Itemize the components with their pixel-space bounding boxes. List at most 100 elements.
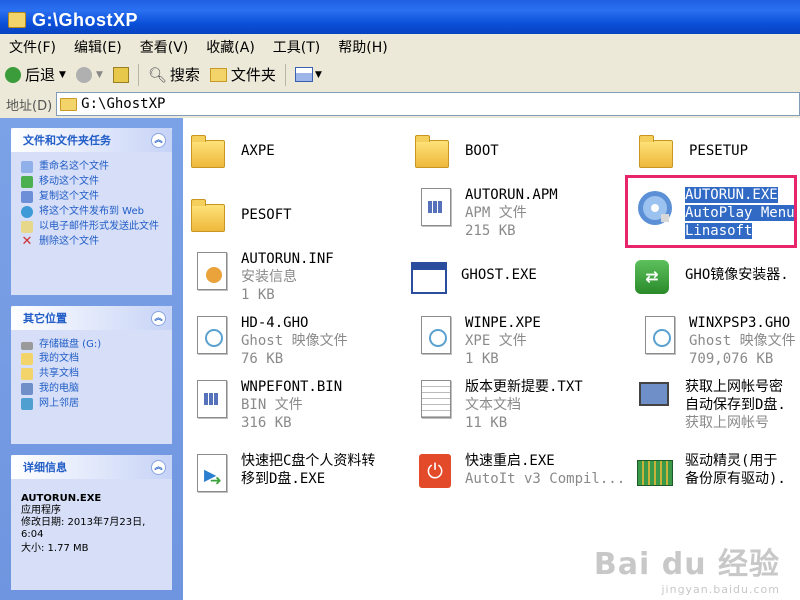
forward-arrow-icon: [75, 66, 92, 83]
back-button[interactable]: 后退 ▼: [0, 62, 71, 88]
file-name: 获取上网帐号密: [685, 379, 783, 395]
task-rename[interactable]: 重命名这个文件: [21, 161, 166, 173]
setup-info-icon: [197, 252, 227, 290]
file-item-update-notes-txt[interactable]: 版本更新提要.TXT 文本文档 11 KB: [415, 378, 583, 432]
file-type: 文本文档: [465, 397, 521, 413]
file-item-gho-installer[interactable]: ⇄ GHO镜像安装器.: [635, 258, 789, 298]
file-item-get-account[interactable]: 获取上网帐号密 自动保存到D盘. 获取上网帐号: [635, 378, 786, 432]
file-name: WINPE.XPE: [465, 315, 541, 331]
power-icon: ⏻: [419, 454, 451, 488]
file-item-autorun-apm[interactable]: AUTORUN.APM APM 文件 215 KB: [415, 186, 558, 240]
folders-button[interactable]: 文件夹: [205, 62, 281, 88]
network-icon: [21, 398, 33, 410]
file-name: GHOST.EXE: [461, 267, 537, 283]
panel-header[interactable]: 文件和文件夹任务 ︽: [11, 128, 172, 152]
file-item-winxpsp3-gho[interactable]: WINXPSP3.GHO Ghost 映像文件 709,076 KB: [639, 314, 796, 368]
watermark: Bai du 经验 jingyan.baidu.com: [594, 539, 780, 596]
file-name: AUTORUN.APM: [465, 187, 558, 203]
place-label: 存储磁盘 (G:): [39, 339, 102, 350]
file-item-boot[interactable]: BOOT: [415, 132, 499, 172]
file-item-driver-genius[interactable]: 驱动精灵(用于 备份原有驱动).: [635, 452, 786, 492]
folders-label: 文件夹: [230, 66, 276, 84]
folder-icon: [191, 135, 225, 168]
file-name: GHO镜像安装器.: [685, 267, 789, 283]
panel-title: 文件和文件夹任务: [23, 134, 111, 147]
shortcut-icon: ▶ ➜: [197, 454, 227, 492]
task-publish-web[interactable]: 将这个文件发布到 Web: [21, 206, 166, 218]
details-modified: 修改日期: 2013年7月23日, 6:04: [21, 517, 146, 540]
task-copy[interactable]: 复制这个文件: [21, 191, 166, 203]
place-drive-g[interactable]: 存储磁盘 (G:): [21, 339, 166, 350]
file-name-line2: 备份原有驱动).: [685, 471, 786, 487]
file-name-line2: 移到D盘.EXE: [241, 471, 326, 487]
folder-icon: [639, 135, 673, 168]
collapse-chevron-icon[interactable]: ︽: [151, 132, 166, 148]
place-label: 共享文档: [39, 368, 79, 379]
file-type: 安装信息: [241, 269, 297, 285]
file-item-hd4-gho[interactable]: HD-4.GHO Ghost 映像文件 76 KB: [191, 314, 348, 368]
place-my-computer[interactable]: 我的电脑: [21, 383, 166, 395]
file-item-pesoft[interactable]: PESOFT: [191, 196, 292, 236]
panel-header[interactable]: 其它位置 ︽: [11, 306, 172, 330]
collapse-chevron-icon[interactable]: ︽: [151, 459, 166, 475]
move-icon: [21, 176, 33, 188]
ghost-image-icon: [197, 316, 227, 354]
views-icon: [294, 67, 313, 82]
toolbar: 后退 ▼ ▼ 🔍︎ 搜索 文件夹 ▼: [0, 59, 800, 91]
task-email[interactable]: 以电子邮件形式发送此文件: [21, 221, 166, 233]
collapse-chevron-icon[interactable]: ︽: [151, 310, 166, 326]
file-item-ghost-exe[interactable]: GHOST.EXE: [411, 258, 537, 298]
place-label: 我的文档: [39, 353, 79, 364]
file-item-winpe-xpe[interactable]: WINPE.XPE XPE 文件 1 KB: [415, 314, 541, 368]
place-network[interactable]: 网上邻居: [21, 398, 166, 410]
file-size: 1 KB: [465, 351, 499, 367]
menu-view[interactable]: 查看(V): [131, 37, 198, 57]
up-button[interactable]: [108, 62, 134, 88]
file-item-autorun-inf[interactable]: AUTORUN.INF 安装信息 1 KB: [191, 250, 334, 304]
details-filename: AUTORUN.EXE: [21, 493, 102, 504]
file-name: AXPE: [241, 143, 275, 159]
details-filetype: 应用程序: [21, 505, 61, 516]
file-name: AUTORUN.INF: [241, 251, 334, 267]
file-size: 11 KB: [465, 415, 508, 431]
menu-edit[interactable]: 编辑(E): [65, 37, 131, 57]
address-label: 地址(D): [6, 98, 53, 114]
file-item-move-c-to-d[interactable]: ▶ ➜ 快速把C盘个人资料转 移到D盘.EXE: [191, 452, 375, 492]
file-item-axpe[interactable]: AXPE: [191, 132, 275, 172]
cd-icon: [638, 191, 672, 225]
file-item-autorun-exe[interactable]: AUTORUN.EXE AutoPlay Menu Linasoft: [635, 186, 795, 240]
place-my-documents[interactable]: 我的文档: [21, 353, 166, 365]
hardware-card-icon: [637, 460, 673, 486]
task-label: 移动这个文件: [39, 176, 99, 187]
forward-button[interactable]: ▼: [71, 62, 108, 88]
menu-favorites[interactable]: 收藏(A): [197, 37, 264, 57]
views-button[interactable]: ▼: [290, 62, 327, 88]
task-delete[interactable]: ✕ 删除这个文件: [21, 235, 166, 248]
menu-tools[interactable]: 工具(T): [264, 37, 329, 57]
file-name: AUTORUN.EXE: [685, 187, 778, 203]
folder-icon: [415, 135, 449, 168]
place-shared-documents[interactable]: 共享文档: [21, 368, 166, 380]
dropdown-arrow-icon: ▼: [95, 69, 103, 80]
menu-help[interactable]: 帮助(H): [329, 37, 396, 57]
menu-bar: 文件(F) 编辑(E) 查看(V) 收藏(A) 工具(T) 帮助(H): [0, 34, 800, 60]
text-document-icon: [421, 380, 451, 418]
task-label: 复制这个文件: [39, 191, 99, 202]
address-input[interactable]: G:\GhostXP: [56, 92, 800, 116]
file-item-wnpefont-bin[interactable]: WNPEFONT.BIN BIN 文件 316 KB: [191, 378, 342, 432]
search-button[interactable]: 🔍︎ 搜索: [143, 62, 205, 88]
back-label: 后退: [25, 66, 56, 84]
toolbar-divider: [284, 63, 286, 86]
task-move[interactable]: 移动这个文件: [21, 176, 166, 188]
address-bar: 地址(D) G:\GhostXP: [0, 90, 800, 119]
file-item-quick-restart[interactable]: ⏻ 快速重启.EXE AutoIt v3 Compil...: [415, 452, 625, 492]
file-item-pesetup[interactable]: PESETUP: [639, 132, 748, 172]
rename-icon: [21, 161, 33, 173]
file-type: Ghost 映像文件: [241, 333, 348, 349]
folder-icon: [60, 97, 78, 111]
watermark-brand: Bai du 经验: [593, 547, 780, 582]
task-label: 删除这个文件: [39, 236, 99, 247]
panel-header[interactable]: 详细信息 ︽: [11, 455, 172, 479]
file-type: Ghost 映像文件: [689, 333, 796, 349]
menu-file[interactable]: 文件(F): [0, 37, 65, 57]
